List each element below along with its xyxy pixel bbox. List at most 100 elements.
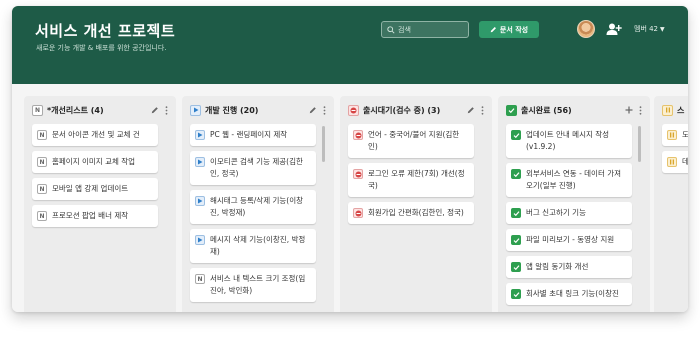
check-icon bbox=[506, 104, 517, 116]
task-card[interactable]: 파일 미리보기 - 동영상 지원 bbox=[506, 229, 632, 251]
task-card-title: 메시지 삭제 기능(이창진, 박정재) bbox=[210, 235, 306, 256]
edit-icon[interactable] bbox=[151, 106, 159, 114]
task-card-title: 버그 신고하기 기능 bbox=[526, 208, 586, 217]
kanban-column: 출시완료 (56) 업데이트 안내 메시지 작성 (v1.9.2) 외부서비스 연동… bbox=[498, 96, 650, 312]
check-icon bbox=[511, 208, 521, 218]
task-card[interactable]: N 모바일 앱 강제 업데이트 bbox=[32, 178, 158, 200]
chevron-down-icon: ▼ bbox=[660, 26, 665, 33]
app-window: 서비스 개선 프로젝트 새로운 기능 개발 & 배포를 위한 공간입니다. 검색… bbox=[12, 6, 688, 312]
kanban-column: 개발 진행 (20) PC 웹 - 랜딩페이지 제작이모티콘 검색 기능 제공(김… bbox=[182, 96, 334, 312]
note-icon: N bbox=[195, 274, 205, 284]
task-card-title: 서비스 내 텍스트 크기 조정(임진아, 박인화) bbox=[210, 274, 306, 295]
kanban-column: 출시대기(검수 중) (3) 언어 - 중국어/불어 지원(김한인) 로그인 오류 … bbox=[340, 96, 492, 312]
column-scrollbar[interactable] bbox=[322, 126, 325, 162]
task-card[interactable]: N 문서 아이콘 개선 및 교체 건 bbox=[32, 124, 158, 146]
column-title: 개발 진행 (20) bbox=[205, 105, 259, 115]
column-title: 출시완료 (56) bbox=[521, 105, 572, 115]
task-card[interactable]: 외부서비스 연동 - 데이터 가져오기(일부 진행) bbox=[506, 163, 632, 197]
more-icon[interactable] bbox=[323, 105, 326, 115]
column-header: 스 bbox=[662, 102, 688, 118]
add-icon[interactable] bbox=[625, 106, 633, 114]
column-actions bbox=[625, 105, 642, 115]
task-card-title: 업데이트 안내 메시지 작성 (v1.9.2) bbox=[526, 130, 610, 151]
task-card[interactable]: 버그 신고하기 기능 bbox=[506, 202, 632, 224]
task-card-title: 파일 미리보기 - 동영상 지원 bbox=[526, 235, 615, 244]
task-card-title: 프로모션 팝업 배너 제작 bbox=[52, 211, 129, 220]
avatar[interactable] bbox=[577, 20, 595, 38]
task-card[interactable]: 회원가입 간편화(김한인, 정국) bbox=[348, 202, 474, 224]
check-icon bbox=[511, 289, 521, 299]
task-card[interactable]: N 서비스 내 텍스트 크기 조정(임진아, 박인화) bbox=[190, 268, 316, 302]
play-icon bbox=[195, 130, 205, 140]
search-input[interactable]: 검색 bbox=[381, 21, 469, 38]
task-card[interactable]: 해시태그 등록/삭제 기능(이창진, 박정재) bbox=[190, 190, 316, 224]
task-card[interactable]: N 프로모션 팝업 배너 제작 bbox=[32, 205, 158, 227]
stop-icon bbox=[353, 169, 363, 179]
task-card[interactable]: 로그인 오류 제한(7회) 개선(정국) bbox=[348, 163, 474, 197]
task-card-title: 언어 - 중국어/불어 지원(김한인) bbox=[368, 130, 460, 151]
task-card-title: 이모티콘 검색 기능 제공(김한인, 정국) bbox=[210, 157, 303, 178]
task-card[interactable]: 데 bbox=[662, 151, 688, 173]
play-icon bbox=[195, 196, 205, 206]
more-icon[interactable] bbox=[639, 105, 642, 115]
kanban-column: N *개선리스트 (4) N 문서 아이콘 개선 및 교체 건 N 홈페이지 이미지 교체… bbox=[24, 96, 176, 312]
task-card-title: 데 bbox=[682, 157, 688, 166]
task-card[interactable]: 언어 - 중국어/불어 지원(김한인) bbox=[348, 124, 474, 158]
task-card[interactable]: PC 웹 - 랜딩페이지 제작 bbox=[190, 124, 316, 146]
pause-icon bbox=[662, 104, 673, 116]
play-icon bbox=[190, 104, 201, 116]
pause-icon bbox=[667, 157, 677, 167]
more-icon[interactable] bbox=[481, 105, 484, 115]
task-card-title: 회사별 초대 링크 기능(이창진 bbox=[526, 289, 619, 298]
task-card[interactable]: 도 bbox=[662, 124, 688, 146]
member-dropdown[interactable]: 멤버 42 ▼ bbox=[634, 24, 665, 34]
task-card-title: 외부서비스 연동 - 데이터 가져오기(일부 진행) bbox=[526, 169, 622, 190]
stop-icon bbox=[353, 208, 363, 218]
column-actions bbox=[151, 105, 168, 115]
project-header: 서비스 개선 프로젝트 새로운 기능 개발 & 배포를 위한 공간입니다. 검색… bbox=[12, 6, 688, 84]
stop-icon bbox=[348, 104, 359, 116]
note-icon: N bbox=[37, 130, 47, 140]
note-icon: N bbox=[37, 184, 47, 194]
task-card[interactable]: 회사별 초대 링크 기능(이창진 bbox=[506, 283, 632, 305]
column-header: N *개선리스트 (4) bbox=[32, 102, 168, 118]
task-card-title: 문서 아이콘 개선 및 교체 건 bbox=[52, 130, 140, 139]
search-placeholder: 검색 bbox=[398, 25, 411, 34]
task-card-title: 회원가입 간편화(김한인, 정국) bbox=[368, 208, 464, 217]
check-icon bbox=[511, 169, 521, 179]
note-icon: N bbox=[32, 104, 43, 116]
edit-icon[interactable] bbox=[309, 106, 317, 114]
card-list: N 문서 아이콘 개선 및 교체 건 N 홈페이지 이미지 교체 작업 N 모바일 앱 강… bbox=[32, 124, 158, 232]
card-list: 업데이트 안내 메시지 작성 (v1.9.2) 외부서비스 연동 - 데이터 가져… bbox=[506, 124, 632, 310]
task-card-title: 홈페이지 이미지 교체 작업 bbox=[52, 157, 136, 166]
kanban-column: 스도데 bbox=[654, 96, 688, 312]
play-icon bbox=[195, 235, 205, 245]
task-card-title: 도 bbox=[682, 130, 688, 139]
column-scrollbar[interactable] bbox=[638, 126, 641, 162]
edit-icon[interactable] bbox=[467, 106, 475, 114]
more-icon[interactable] bbox=[165, 105, 168, 115]
page-title: 서비스 개선 프로젝트 bbox=[35, 22, 176, 40]
task-card[interactable]: 업데이트 안내 메시지 작성 (v1.9.2) bbox=[506, 124, 632, 158]
new-document-button[interactable]: 문서 작성 bbox=[479, 21, 539, 38]
task-card[interactable]: 앱 알림 동기화 개선 bbox=[506, 256, 632, 278]
task-card[interactable]: N 홈페이지 이미지 교체 작업 bbox=[32, 151, 158, 173]
task-card[interactable]: 이모티콘 검색 기능 제공(김한인, 정국) bbox=[190, 151, 316, 185]
column-actions bbox=[467, 105, 484, 115]
page-subtitle: 새로운 기능 개발 & 배포를 위한 공간입니다. bbox=[36, 44, 167, 52]
new-document-label: 문서 작성 bbox=[499, 25, 529, 34]
column-header: 개발 진행 (20) bbox=[190, 102, 326, 118]
card-list: 언어 - 중국어/불어 지원(김한인) 로그인 오류 제한(7회) 개선(정국) 회… bbox=[348, 124, 474, 229]
pencil-icon bbox=[490, 27, 496, 33]
task-card-title: 앱 알림 동기화 개선 bbox=[526, 262, 589, 271]
task-card-title: 해시태그 등록/삭제 기능(이창진, 박정재) bbox=[210, 196, 304, 217]
check-icon bbox=[511, 235, 521, 245]
note-icon: N bbox=[37, 211, 47, 221]
column-title: *개선리스트 (4) bbox=[47, 105, 104, 115]
note-icon: N bbox=[37, 157, 47, 167]
stop-icon bbox=[353, 130, 363, 140]
card-list: PC 웹 - 랜딩페이지 제작이모티콘 검색 기능 제공(김한인, 정국) 해시태… bbox=[190, 124, 316, 307]
add-user-icon[interactable] bbox=[606, 22, 622, 36]
task-card[interactable]: 메시지 삭제 기능(이창진, 박정재) bbox=[190, 229, 316, 263]
play-icon bbox=[195, 157, 205, 167]
